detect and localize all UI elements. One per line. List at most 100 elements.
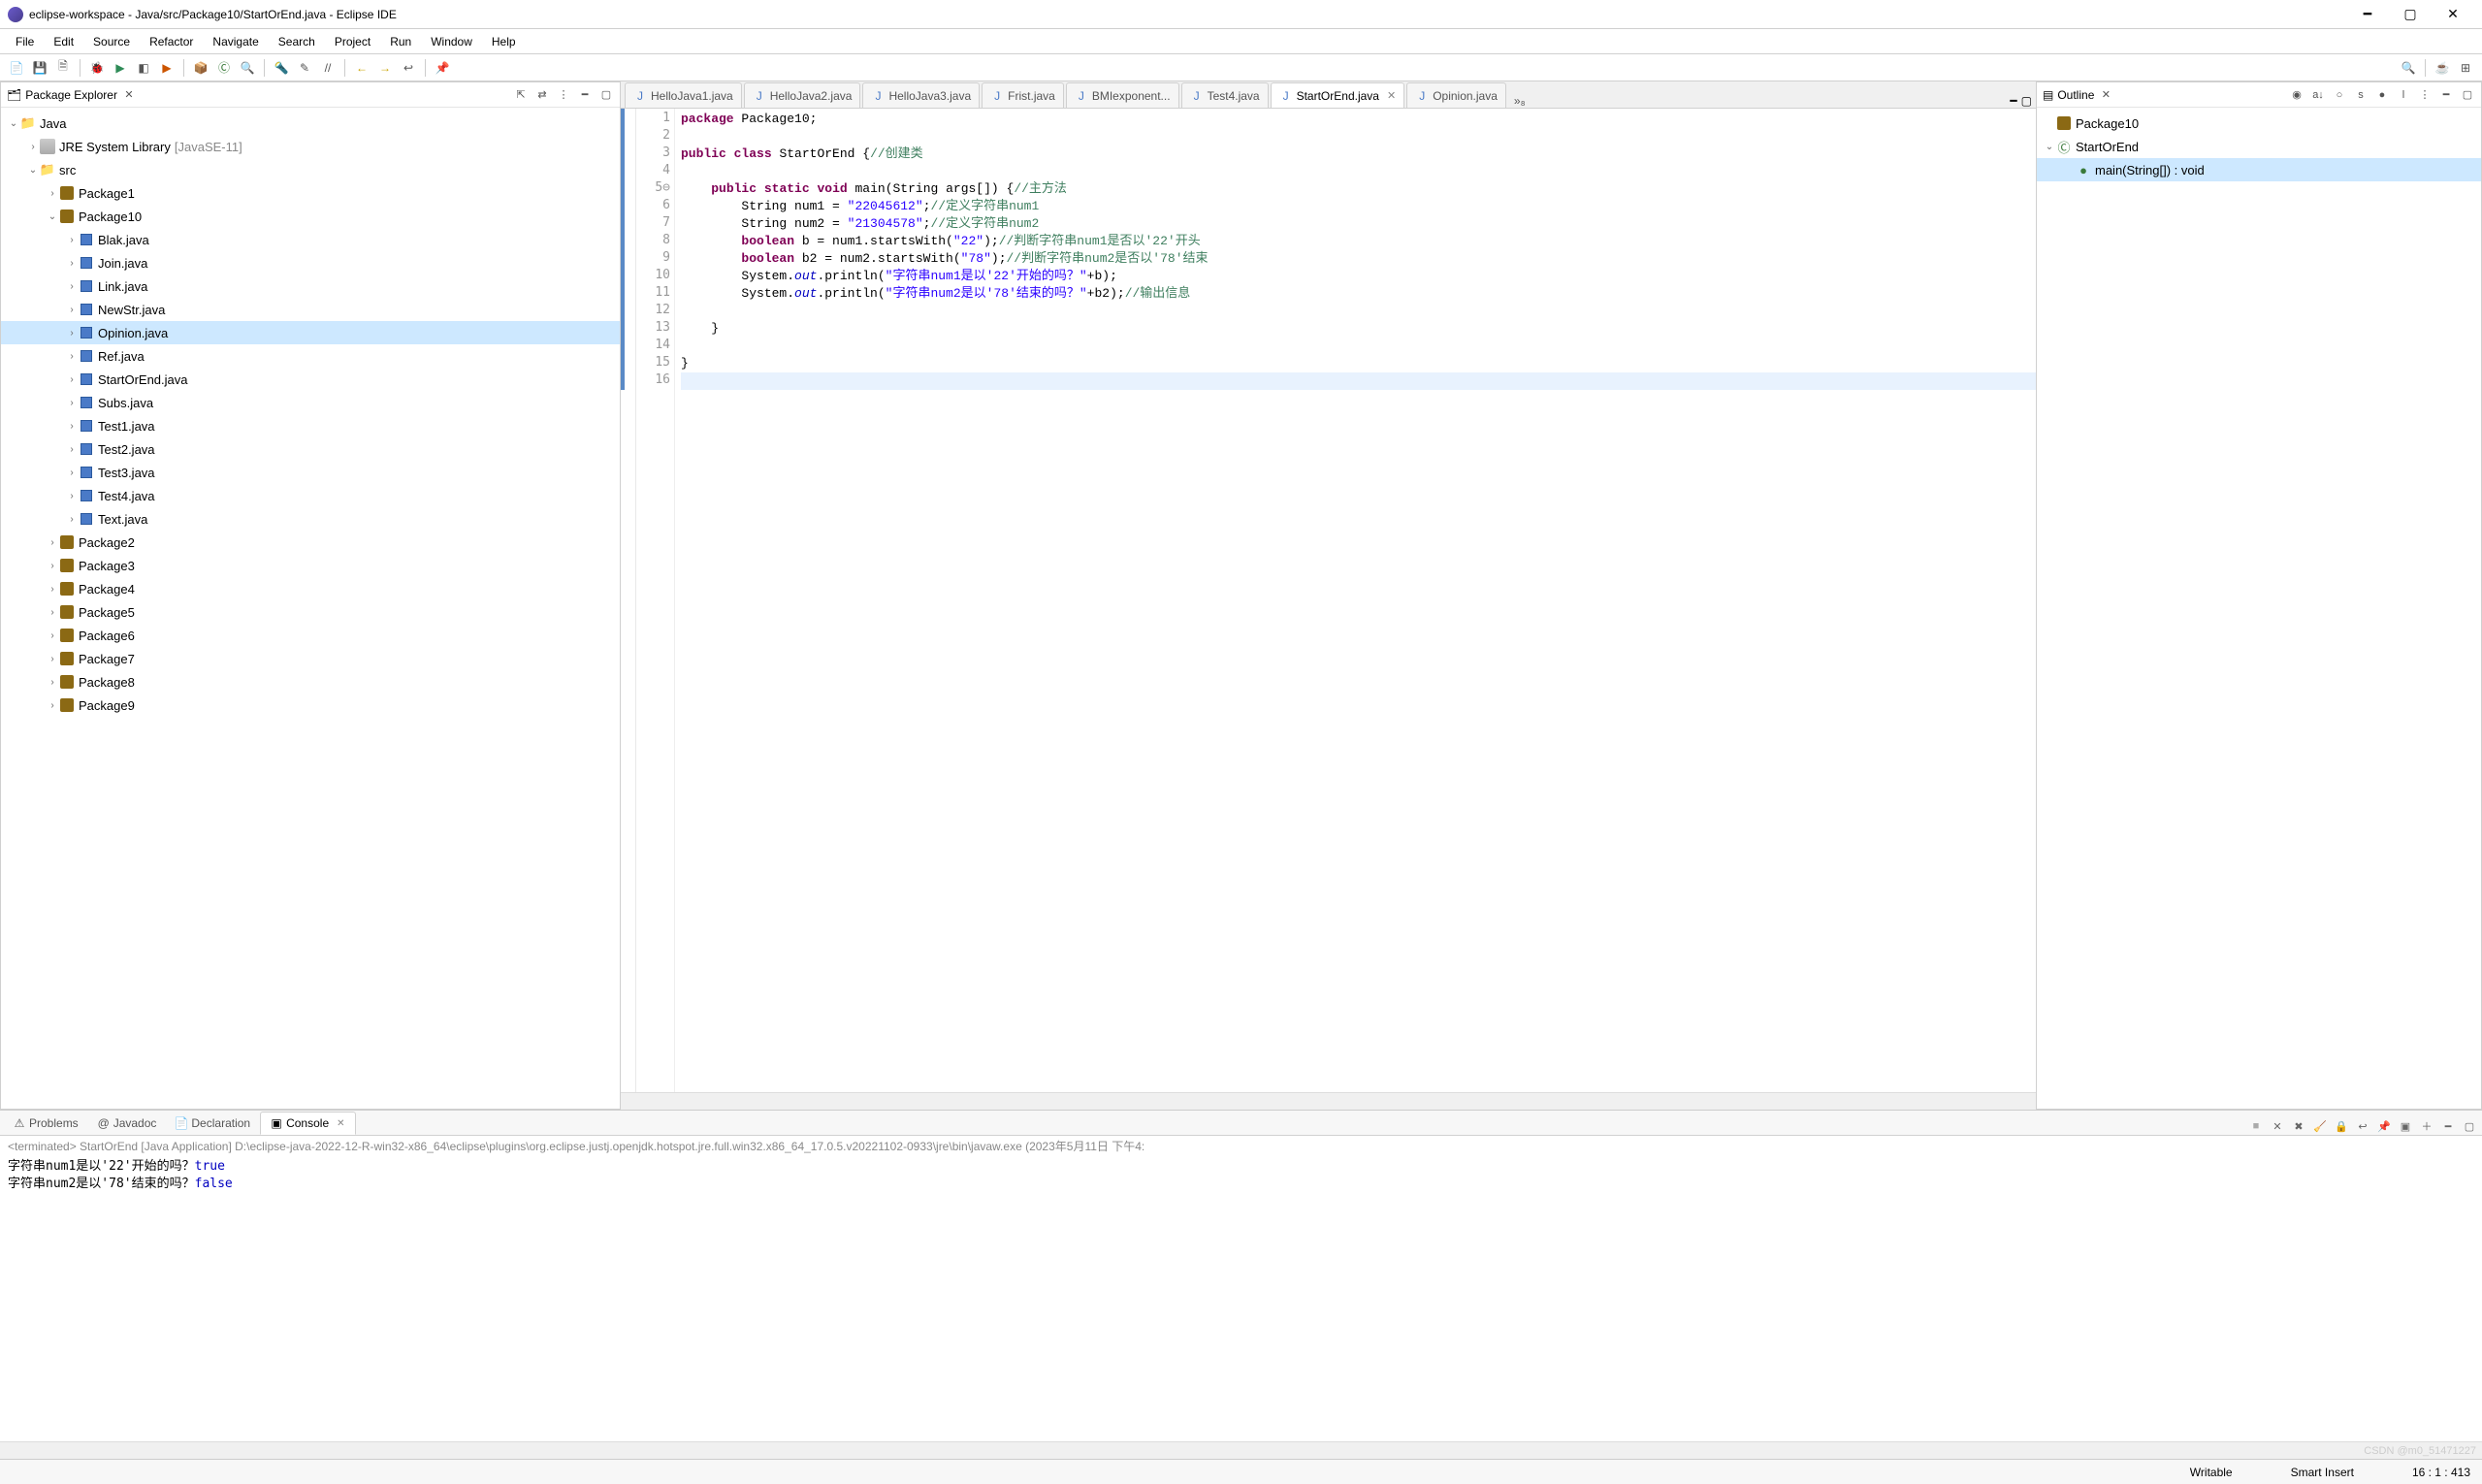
new-icon[interactable]: 📄 — [6, 57, 27, 79]
close-icon[interactable]: ✕ — [1387, 89, 1396, 102]
menu-source[interactable]: Source — [85, 31, 138, 52]
toggle-comment-icon[interactable]: // — [317, 57, 338, 79]
bottom-tab[interactable]: 📄Declaration — [166, 1112, 260, 1135]
focus-icon[interactable]: ◉ — [2289, 87, 2305, 103]
maximize-editor-icon[interactable]: ▢ — [2021, 94, 2032, 108]
file-node[interactable]: ›StartOrEnd.java — [1, 368, 620, 391]
editor-tab[interactable]: JStartOrEnd.java✕ — [1271, 82, 1405, 108]
file-node[interactable]: ›Test4.java — [1, 484, 620, 507]
tabs-overflow-icon[interactable]: »₈ — [1508, 94, 1531, 108]
library-node[interactable]: ›JRE System Library[JavaSE-11] — [1, 135, 620, 158]
maximize-button[interactable]: ▢ — [2389, 0, 2432, 28]
annotation-icon[interactable]: ✎ — [294, 57, 315, 79]
menu-project[interactable]: Project — [327, 31, 378, 52]
code-content[interactable]: package Package10;public class StartOrEn… — [675, 109, 2036, 1092]
editor-tab[interactable]: JFrist.java — [982, 82, 1064, 108]
file-node[interactable]: ›Ref.java — [1, 344, 620, 368]
package-tree[interactable]: ⌄📁Java ›JRE System Library[JavaSE-11] ⌄📁… — [1, 108, 620, 1109]
editor-tab[interactable]: JHelloJava3.java — [862, 82, 980, 108]
src-folder-node[interactable]: ⌄📁src — [1, 158, 620, 181]
bottom-tab[interactable]: ⚠Problems — [4, 1112, 88, 1135]
close-button[interactable]: ✕ — [2432, 0, 2474, 28]
pin-console-icon[interactable]: 📌 — [2375, 1117, 2393, 1135]
bottom-tab[interactable]: ▣Console✕ — [260, 1112, 355, 1135]
minimize-view-icon[interactable]: ━ — [577, 87, 593, 103]
minimize-view-icon[interactable]: ━ — [2439, 1117, 2457, 1135]
new-pkg-icon[interactable]: 📦 — [190, 57, 211, 79]
minimize-editor-icon[interactable]: ━ — [2010, 94, 2016, 108]
file-node[interactable]: ›NewStr.java — [1, 298, 620, 321]
minimize-button[interactable]: ━ — [2346, 0, 2389, 28]
quick-access-icon[interactable]: 🔍 — [2398, 57, 2419, 79]
menu-run[interactable]: Run — [382, 31, 419, 52]
file-node[interactable]: ›Test2.java — [1, 437, 620, 461]
project-node[interactable]: ⌄📁Java — [1, 112, 620, 135]
editor-hscroll[interactable] — [621, 1092, 2036, 1110]
pin-icon[interactable]: 📌 — [432, 57, 453, 79]
perspective-java-icon[interactable]: ☕ — [2432, 57, 2453, 79]
file-node[interactable]: ›Text.java — [1, 507, 620, 531]
menu-edit[interactable]: Edit — [46, 31, 81, 52]
hide-fields-icon[interactable]: ○ — [2332, 87, 2347, 103]
editor-tab[interactable]: JTest4.java — [1181, 82, 1269, 108]
menu-search[interactable]: Search — [271, 31, 323, 52]
console-hscroll[interactable] — [0, 1441, 2482, 1459]
editor-tab[interactable]: JBMIexponent... — [1066, 82, 1179, 108]
package1-node[interactable]: ›Package1 — [1, 181, 620, 205]
file-node[interactable]: ›Blak.java — [1, 228, 620, 251]
save-icon[interactable]: 💾 — [29, 57, 50, 79]
collapse-all-icon[interactable]: ⇱ — [513, 87, 529, 103]
close-icon[interactable]: ✕ — [2098, 87, 2113, 103]
minimize-view-icon[interactable]: ━ — [2438, 87, 2454, 103]
open-type-icon[interactable]: 🔍 — [237, 57, 258, 79]
outline-method-node[interactable]: ●main(String[]) : void — [2037, 158, 2481, 181]
link-editor-icon[interactable]: ⇄ — [534, 87, 550, 103]
menu-refactor[interactable]: Refactor — [142, 31, 201, 52]
outline-package-node[interactable]: Package10 — [2037, 112, 2481, 135]
bottom-tab[interactable]: @Javadoc — [88, 1112, 167, 1135]
terminate-icon[interactable]: ■ — [2247, 1117, 2265, 1135]
file-node[interactable]: ›Opinion.java — [1, 321, 620, 344]
view-menu-icon[interactable]: ⋮ — [2417, 87, 2433, 103]
code-area[interactable]: 12345⊖678910111213141516 package Package… — [621, 109, 2036, 1092]
coverage-icon[interactable]: ◧ — [133, 57, 154, 79]
word-wrap-icon[interactable]: ↩ — [2354, 1117, 2371, 1135]
editor-tab[interactable]: JHelloJava1.java — [625, 82, 742, 108]
close-icon[interactable]: ✕ — [337, 1118, 344, 1129]
package-node[interactable]: ›Package6 — [1, 624, 620, 647]
menu-file[interactable]: File — [8, 31, 42, 52]
menu-help[interactable]: Help — [484, 31, 524, 52]
file-node[interactable]: ›Link.java — [1, 274, 620, 298]
forward-icon[interactable]: → — [374, 57, 396, 79]
package-node[interactable]: ›Package7 — [1, 647, 620, 670]
new-console-icon[interactable]: ＋ — [2418, 1117, 2435, 1135]
package-node[interactable]: ›Package8 — [1, 670, 620, 694]
file-node[interactable]: ›Join.java — [1, 251, 620, 274]
outline-class-node[interactable]: ⌄ⒸStartOrEnd — [2037, 135, 2481, 158]
menu-navigate[interactable]: Navigate — [205, 31, 266, 52]
hide-static-icon[interactable]: s — [2353, 87, 2369, 103]
search-icon[interactable]: 🔦 — [271, 57, 292, 79]
outline-tree[interactable]: Package10 ⌄ⒸStartOrEnd ●main(String[]) :… — [2037, 108, 2481, 1109]
file-node[interactable]: ›Test3.java — [1, 461, 620, 484]
maximize-view-icon[interactable]: ▢ — [2461, 1117, 2478, 1135]
remove-launch-icon[interactable]: ✕ — [2269, 1117, 2286, 1135]
hide-nonpublic-icon[interactable]: ● — [2374, 87, 2390, 103]
editor-tab[interactable]: JHelloJava2.java — [744, 82, 861, 108]
package-node[interactable]: ›Package4 — [1, 577, 620, 600]
clear-console-icon[interactable]: 🧹 — [2311, 1117, 2329, 1135]
back-icon[interactable]: ← — [351, 57, 372, 79]
package-node[interactable]: ›Package9 — [1, 694, 620, 717]
scroll-lock-icon[interactable]: 🔒 — [2333, 1117, 2350, 1135]
package-node[interactable]: ›Package3 — [1, 554, 620, 577]
remove-all-icon[interactable]: ✖ — [2290, 1117, 2307, 1135]
file-node[interactable]: ›Subs.java — [1, 391, 620, 414]
run-icon[interactable]: ▶ — [110, 57, 131, 79]
new-class-icon[interactable]: Ⓒ — [213, 57, 235, 79]
close-icon[interactable]: ✕ — [121, 87, 137, 103]
sort-icon[interactable]: a↓ — [2310, 87, 2326, 103]
package10-node[interactable]: ⌄Package10 — [1, 205, 620, 228]
save-all-icon[interactable]: 🗎 — [52, 57, 74, 79]
display-console-icon[interactable]: ▣ — [2397, 1117, 2414, 1135]
menu-window[interactable]: Window — [423, 31, 480, 52]
